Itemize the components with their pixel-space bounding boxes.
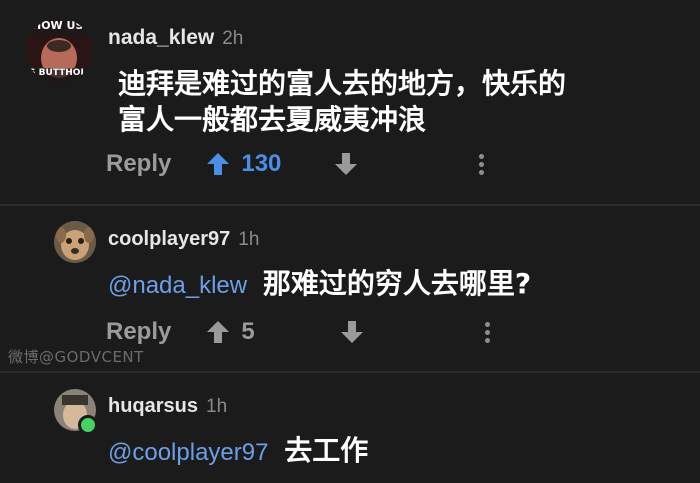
comment-line: 迪拜是难过的富人去的地方，快乐的 [118,67,567,100]
avatar[interactable] [54,389,98,435]
avatar[interactable]: HOW US S BUTTHOL [26,18,92,84]
timestamp: 1h [238,229,260,250]
username-text[interactable]: huqarsus [108,395,198,417]
reply-button[interactable]: Reply [106,318,171,346]
comment-text: 那难过的穷人去哪里? [262,267,532,300]
username-text[interactable]: coolplayer97 [108,228,230,250]
upvote-arrow-icon[interactable] [205,151,231,177]
downvote-arrow-icon[interactable] [333,151,359,177]
comment-body: 迪拜是难过的富人去的地方，快乐的 富人一般都去夏威夷冲浪 [118,66,566,138]
username[interactable]: huqarsus 1h [108,395,227,418]
more-options-icon[interactable] [479,151,485,178]
reply-button[interactable]: Reply [106,150,171,178]
downvote-arrow-icon[interactable] [339,319,365,345]
comment-huqarsus: huqarsus 1h @coolplayer97 去工作 [0,373,700,483]
online-status-icon [78,415,98,435]
timestamp: 2h [222,28,244,49]
more-options-icon[interactable] [484,319,491,346]
upvote-arrow-icon[interactable] [205,319,231,345]
comment-nada-klew: HOW US S BUTTHOL nada_klew 2h 迪拜是难过的富人去的地… [0,0,700,205]
vote-count: 130 [241,150,282,177]
avatar[interactable] [54,221,96,263]
comment-body: @coolplayer97 去工作 [108,433,368,471]
avatar-caption-bottom: S BUTTHOL [29,68,87,78]
avatar-caption-top: HOW US [32,19,84,32]
comment-line: 富人一般都去夏威夷冲浪 [118,103,427,136]
mention-link[interactable]: @coolplayer97 [108,439,268,466]
username[interactable]: coolplayer97 1h [108,228,259,251]
watermark: 微博@GODVCENT [8,348,144,366]
vote-count: 5 [241,318,255,345]
comment-actions: Reply 130 [106,150,485,178]
comment-actions: Reply 5 [106,318,491,346]
mention-link[interactable]: @nada_klew [108,272,247,299]
comment-text: 去工作 [284,434,369,467]
username-text[interactable]: nada_klew [108,26,214,49]
timestamp: 1h [206,396,228,417]
username[interactable]: nada_klew 2h [108,26,243,50]
avatar-image [54,221,96,263]
comment-body: @nada_klew 那难过的穷人去哪里? [108,266,531,304]
